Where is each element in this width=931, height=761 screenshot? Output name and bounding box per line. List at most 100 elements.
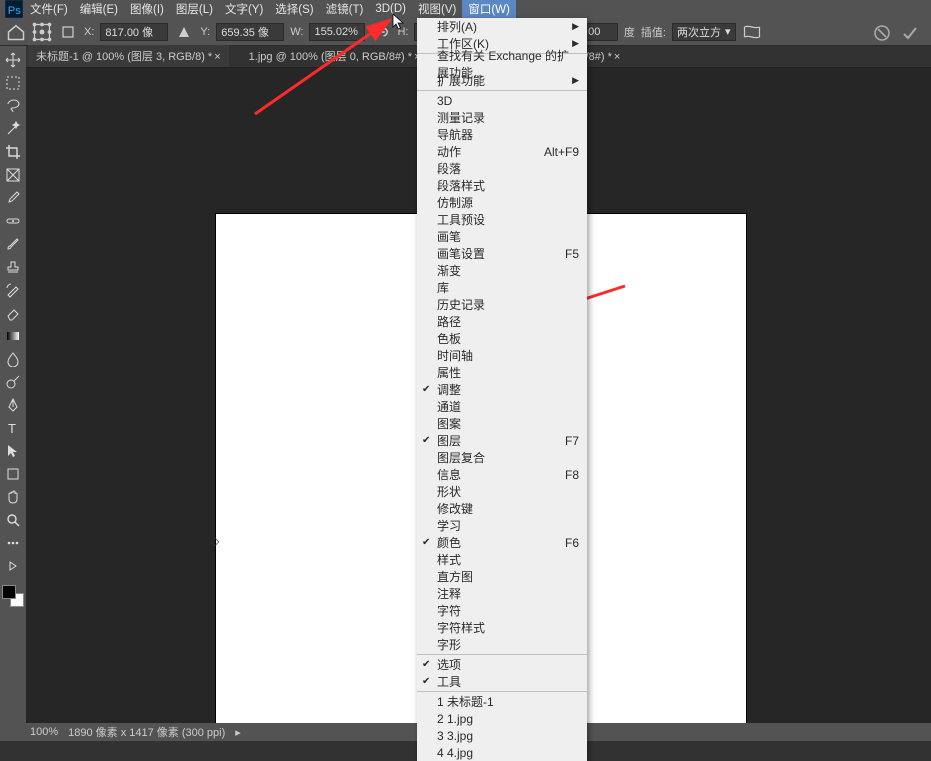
- menu-navigator[interactable]: 导航器: [417, 126, 587, 143]
- tab-1[interactable]: 未标题-1 @ 100% (图层 3, RGB/8) *×: [28, 45, 229, 67]
- menu-actions[interactable]: 动作Alt+F9: [417, 143, 587, 160]
- history-brush-tool-icon[interactable]: [2, 280, 24, 300]
- menu-layer[interactable]: 图层(L): [170, 0, 219, 18]
- stamp-tool-icon[interactable]: [2, 257, 24, 277]
- menu-3d-panel[interactable]: 3D: [417, 92, 587, 109]
- blur-tool-icon[interactable]: [2, 349, 24, 369]
- menu-path[interactable]: 路径: [417, 313, 587, 330]
- chevron-down-icon: ▾: [725, 25, 731, 38]
- menu-exchange[interactable]: 查找有关 Exchange 的扩展功能...: [417, 55, 587, 72]
- more-tools-icon[interactable]: [2, 533, 24, 553]
- menu-window-2[interactable]: 2 1.jpg: [417, 710, 587, 727]
- menu-properties[interactable]: 属性: [417, 364, 587, 381]
- menu-file[interactable]: 文件(F): [24, 0, 74, 18]
- menubar: Ps 文件(F) 编辑(E) 图像(I) 图层(L) 文字(Y) 选择(S) 滤…: [0, 0, 931, 18]
- hand-tool-icon[interactable]: [2, 487, 24, 507]
- w-input[interactable]: [309, 23, 365, 41]
- menu-learn[interactable]: 学习: [417, 517, 587, 534]
- edit-toolbar-icon[interactable]: [2, 556, 24, 576]
- menu-brush-settings[interactable]: 画笔设置F5: [417, 245, 587, 262]
- menu-options[interactable]: ✔选项: [417, 656, 587, 673]
- menu-layer-comps[interactable]: 图层复合: [417, 449, 587, 466]
- dodge-tool-icon[interactable]: [2, 372, 24, 392]
- cancel-icon[interactable]: [873, 24, 891, 45]
- close-icon[interactable]: ×: [214, 51, 220, 63]
- menu-color[interactable]: ✔颜色F6: [417, 534, 587, 551]
- menu-library[interactable]: 库: [417, 279, 587, 296]
- menu-patterns[interactable]: 图案: [417, 415, 587, 432]
- triangle-icon[interactable]: [174, 22, 194, 42]
- y-input[interactable]: [216, 23, 284, 41]
- menu-clone-source[interactable]: 仿制源: [417, 194, 587, 211]
- close-icon[interactable]: ×: [614, 51, 620, 63]
- check-icon: ✔: [422, 537, 430, 548]
- menu-tool-preset[interactable]: 工具预设: [417, 211, 587, 228]
- menu-modifier-keys[interactable]: 修改键: [417, 500, 587, 517]
- menu-view[interactable]: 视图(V): [412, 0, 462, 18]
- menu-window-4[interactable]: 4 4.jpg: [417, 744, 587, 761]
- chevron-right-icon[interactable]: ▸: [235, 726, 241, 739]
- menu-swatch[interactable]: 色板: [417, 330, 587, 347]
- color-swatch[interactable]: [2, 585, 24, 607]
- gradient-tool-icon[interactable]: [2, 326, 24, 346]
- menu-select[interactable]: 选择(S): [269, 0, 319, 18]
- marquee-tool-icon[interactable]: [2, 73, 24, 93]
- menu-window-1[interactable]: 1 未标题-1: [417, 693, 587, 710]
- tab-2[interactable]: 1.jpg @ 100% (图层 0, RGB/8#) *×: [241, 45, 429, 67]
- menu-paragraph[interactable]: 段落: [417, 160, 587, 177]
- brush-tool-icon[interactable]: [2, 234, 24, 254]
- type-tool-icon[interactable]: T: [2, 418, 24, 438]
- menu-brush[interactable]: 画笔: [417, 228, 587, 245]
- menu-filter[interactable]: 滤镜(T): [320, 0, 370, 18]
- eraser-tool-icon[interactable]: [2, 303, 24, 323]
- zoom-tool-icon[interactable]: [2, 510, 24, 530]
- menu-tools[interactable]: ✔工具: [417, 673, 587, 690]
- menu-histogram[interactable]: 直方图: [417, 568, 587, 585]
- menu-notes[interactable]: 注释: [417, 585, 587, 602]
- reference-point-icon[interactable]: [32, 22, 52, 42]
- path-select-tool-icon[interactable]: [2, 441, 24, 461]
- shape-tool-icon[interactable]: [2, 464, 24, 484]
- commit-icon[interactable]: [901, 24, 919, 45]
- menu-window[interactable]: 窗口(W): [462, 0, 516, 18]
- menu-window-3[interactable]: 3 3.jpg: [417, 727, 587, 744]
- menu-glyphs[interactable]: 字形: [417, 636, 587, 653]
- menu-history[interactable]: 历史记录: [417, 296, 587, 313]
- lasso-tool-icon[interactable]: [2, 96, 24, 116]
- x-input[interactable]: [100, 23, 168, 41]
- heal-tool-icon[interactable]: [2, 211, 24, 231]
- eyedrop-tool-icon[interactable]: [2, 188, 24, 208]
- menu-shapes[interactable]: 形状: [417, 483, 587, 500]
- svg-text:T: T: [8, 421, 16, 436]
- pen-tool-icon[interactable]: [2, 395, 24, 415]
- menu-type[interactable]: 文字(Y): [219, 0, 269, 18]
- transform-handle[interactable]: ◇: [210, 534, 219, 548]
- zoom-level[interactable]: 100%: [30, 726, 58, 738]
- menu-info[interactable]: 信息F8: [417, 466, 587, 483]
- doc-dimensions: 1890 像素 x 1417 像素 (300 ppi): [68, 724, 225, 740]
- crop-tool-icon[interactable]: [2, 142, 24, 162]
- menu-styles[interactable]: 样式: [417, 551, 587, 568]
- menu-edit[interactable]: 编辑(E): [74, 0, 124, 18]
- foreground-color[interactable]: [2, 585, 16, 599]
- interp-dropdown[interactable]: 两次立方▾: [672, 23, 736, 41]
- menu-paragraph-style[interactable]: 段落样式: [417, 177, 587, 194]
- home-icon[interactable]: [6, 22, 26, 42]
- menu-timeline[interactable]: 时间轴: [417, 347, 587, 364]
- menu-character-style[interactable]: 字符样式: [417, 619, 587, 636]
- menu-adjustments[interactable]: ✔调整: [417, 381, 587, 398]
- wand-tool-icon[interactable]: [2, 119, 24, 139]
- menu-arrange[interactable]: 排列(A): [417, 18, 587, 35]
- frame-tool-icon[interactable]: [2, 165, 24, 185]
- warp-icon[interactable]: [742, 22, 762, 42]
- menu-gradient[interactable]: 渐变: [417, 262, 587, 279]
- menu-channels[interactable]: 通道: [417, 398, 587, 415]
- menu-extensions[interactable]: 扩展功能: [417, 72, 587, 89]
- menu-image[interactable]: 图像(I): [124, 0, 170, 18]
- menu-measure[interactable]: 测量记录: [417, 109, 587, 126]
- move-tool-icon[interactable]: [2, 50, 24, 70]
- relative-position-icon[interactable]: [58, 22, 78, 42]
- link-icon[interactable]: [371, 22, 391, 42]
- menu-layers[interactable]: ✔图层F7: [417, 432, 587, 449]
- menu-character[interactable]: 字符: [417, 602, 587, 619]
